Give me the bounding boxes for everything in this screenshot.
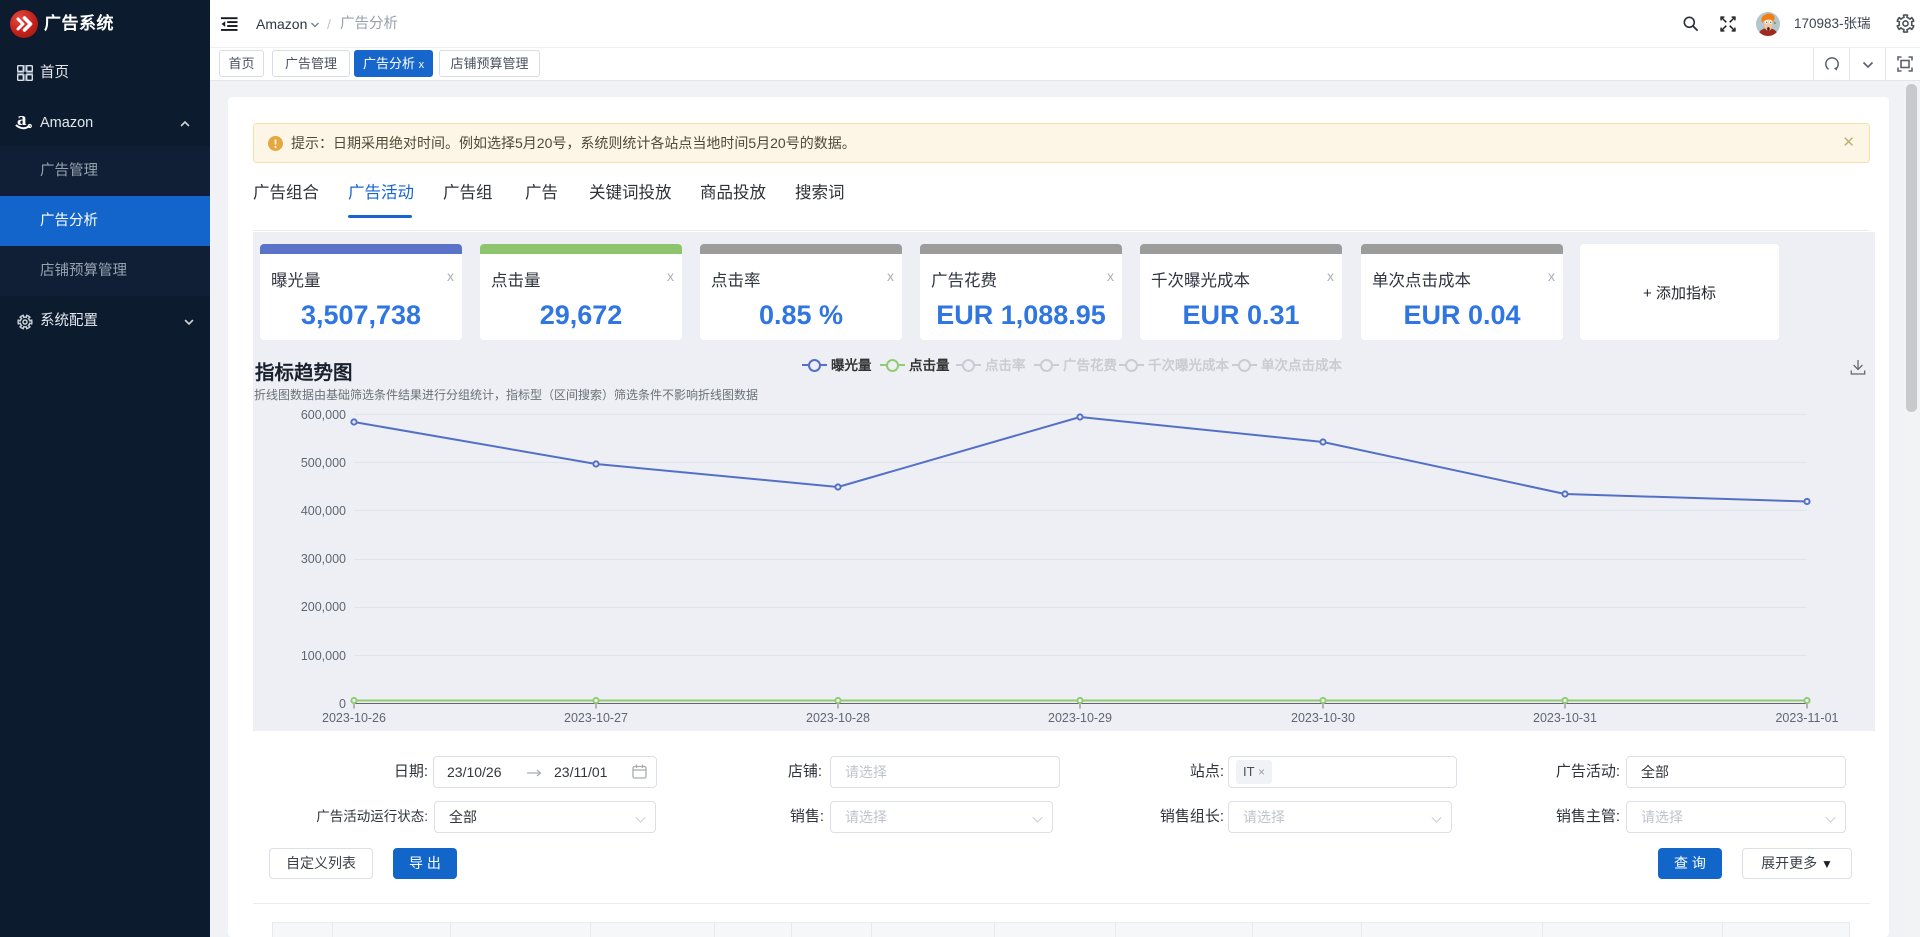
- svg-text:2023-11-01: 2023-11-01: [1775, 711, 1838, 725]
- svg-text:200,000: 200,000: [301, 600, 346, 614]
- svg-text:500,000: 500,000: [301, 456, 346, 470]
- svg-text:600,000: 600,000: [301, 408, 346, 422]
- svg-text:100,000: 100,000: [301, 649, 346, 663]
- svg-text:300,000: 300,000: [301, 552, 346, 566]
- svg-text:2023-10-26: 2023-10-26: [322, 711, 386, 725]
- svg-text:2023-10-30: 2023-10-30: [1291, 711, 1355, 725]
- svg-text:2023-10-27: 2023-10-27: [564, 711, 628, 725]
- svg-text:2023-10-29: 2023-10-29: [1048, 711, 1112, 725]
- svg-text:400,000: 400,000: [301, 504, 346, 518]
- svg-text:2023-10-31: 2023-10-31: [1533, 711, 1597, 725]
- svg-text:0: 0: [339, 697, 346, 711]
- svg-text:2023-10-28: 2023-10-28: [806, 711, 870, 725]
